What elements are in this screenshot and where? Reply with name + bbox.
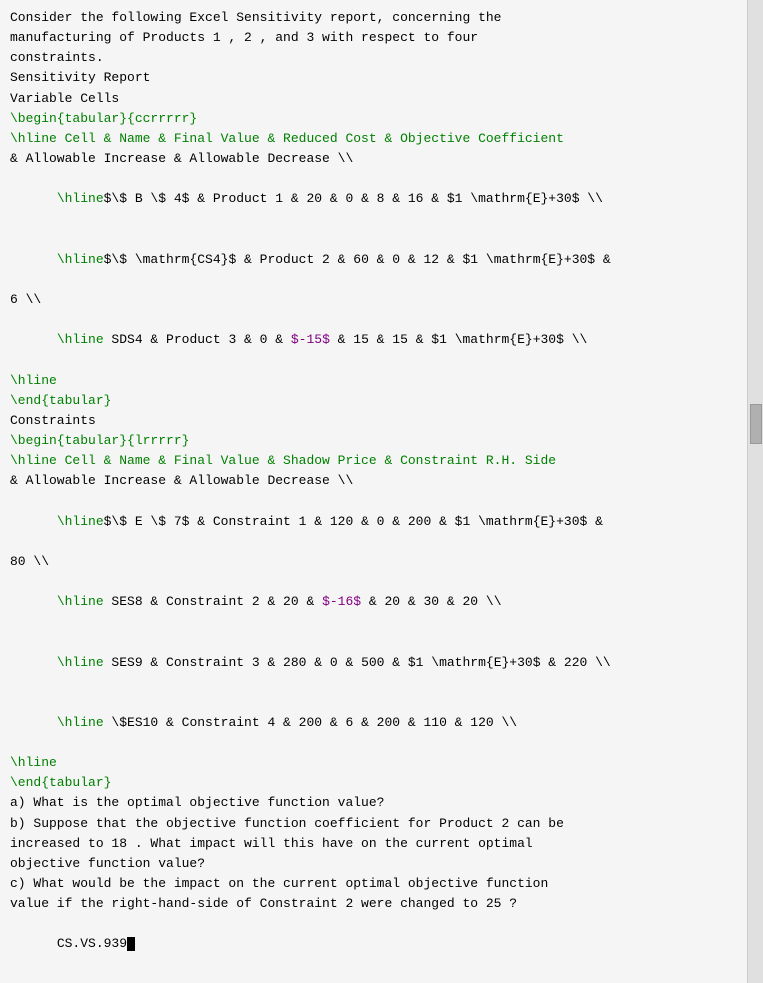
vc-row3-hline: \hline: [57, 332, 104, 347]
vc-row1-hline: \hline: [57, 191, 104, 206]
hline-vc-header: \hline Cell & Name & Final Value & Reduc…: [10, 129, 737, 149]
vc-row1: \hline$\$ B \$ 4$ & Product 1 & 20 & 0 &…: [10, 169, 737, 229]
main-container: Consider the following Excel Sensitivity…: [0, 0, 763, 983]
hline-c-header: \hline Cell & Name & Final Value & Shado…: [10, 451, 737, 471]
allowable-line-vc: & Allowable Increase & Allowable Decreas…: [10, 149, 737, 169]
c-row3: \hline SES9 & Constraint 3 & 280 & 0 & 5…: [10, 632, 737, 692]
cursor-text: CS.VS.939: [57, 936, 127, 951]
c-row1-content: $\$ E \$ 7$ & Constraint 1 & 120 & 0 & 2…: [104, 514, 603, 529]
hline2: \hline: [10, 753, 737, 773]
intro-line3: constraints.: [10, 48, 737, 68]
c-row2-hline: \hline: [57, 594, 104, 609]
tabular-end-vc: \end{tabular}: [10, 391, 737, 411]
cursor-line[interactable]: CS.VS.939: [10, 914, 737, 974]
c-row1b: 80 \\: [10, 552, 737, 572]
c-row4-content: \$ES10 & Constraint 4 & 200 & 6 & 200 & …: [104, 715, 517, 730]
c-row2: \hline SES8 & Constraint 2 & 20 & $-16$ …: [10, 572, 737, 632]
question-c-line1: c) What would be the impact on the curre…: [10, 874, 737, 894]
c-row1: \hline$\$ E \$ 7$ & Constraint 1 & 120 &…: [10, 491, 737, 551]
vc-row2-hline: \hline: [57, 252, 104, 267]
allowable-line-c: & Allowable Increase & Allowable Decreas…: [10, 471, 737, 491]
c-row4: \hline \$ES10 & Constraint 4 & 200 & 6 &…: [10, 693, 737, 753]
vc-row3-content: SDS4 & Product 3 & 0 &: [104, 332, 291, 347]
sensitivity-report-label: Sensitivity Report: [10, 68, 737, 88]
c-row2-neg: $-16$: [322, 594, 361, 609]
variable-cells-label: Variable Cells: [10, 89, 737, 109]
c-row2-rest: & 20 & 30 & 20 \\: [361, 594, 501, 609]
vc-row1-dollar1: $\$ B \$ 4$ & Product 1 & 20 & 0 & 8 & 1…: [104, 191, 603, 206]
c-row3-content: SES9 & Constraint 3 & 280 & 0 & 500 & $1…: [104, 655, 611, 670]
c-row4-hline: \hline: [57, 715, 104, 730]
vc-row2-content: $\$ \mathrm{CS4}$ & Product 2 & 60 & 0 &…: [104, 252, 611, 267]
constraints-label: Constraints: [10, 411, 737, 431]
tabular-begin-vc: \begin{tabular}{ccrrrrr}: [10, 109, 737, 129]
question-b-line1: b) Suppose that the objective function c…: [10, 814, 737, 834]
text-cursor: [127, 937, 135, 951]
hline1: \hline: [10, 371, 737, 391]
vc-row2b: 6 \\: [10, 290, 737, 310]
tabular-begin-c: \begin{tabular}{lrrrrr}: [10, 431, 737, 451]
vc-row3: \hline SDS4 & Product 3 & 0 & $-15$ & 15…: [10, 310, 737, 370]
question-a: a) What is the optimal objective functio…: [10, 793, 737, 813]
vc-row3-rest: & 15 & 15 & $1 \mathrm{E}+30$ \\: [330, 332, 587, 347]
intro-line1: Consider the following Excel Sensitivity…: [10, 8, 737, 28]
c-row1-hline: \hline: [57, 514, 104, 529]
vc-row3-neg: $-15$: [291, 332, 330, 347]
intro-line2: manufacturing of Products 1 , 2 , and 3 …: [10, 28, 737, 48]
scrollbar[interactable]: [747, 0, 763, 983]
c-row2-content: SES8 & Constraint 2 & 20 &: [104, 594, 322, 609]
scrollbar-thumb[interactable]: [750, 404, 762, 444]
question-b-line2: increased to 18 . What impact will this …: [10, 834, 737, 854]
content-area[interactable]: Consider the following Excel Sensitivity…: [0, 0, 747, 983]
question-b-line3: objective function value?: [10, 854, 737, 874]
question-c-line2: value if the right-hand-side of Constrai…: [10, 894, 737, 914]
tabular-end-c: \end{tabular}: [10, 773, 737, 793]
vc-row2: \hline$\$ \mathrm{CS4}$ & Product 2 & 60…: [10, 230, 737, 290]
c-row3-hline: \hline: [57, 655, 104, 670]
